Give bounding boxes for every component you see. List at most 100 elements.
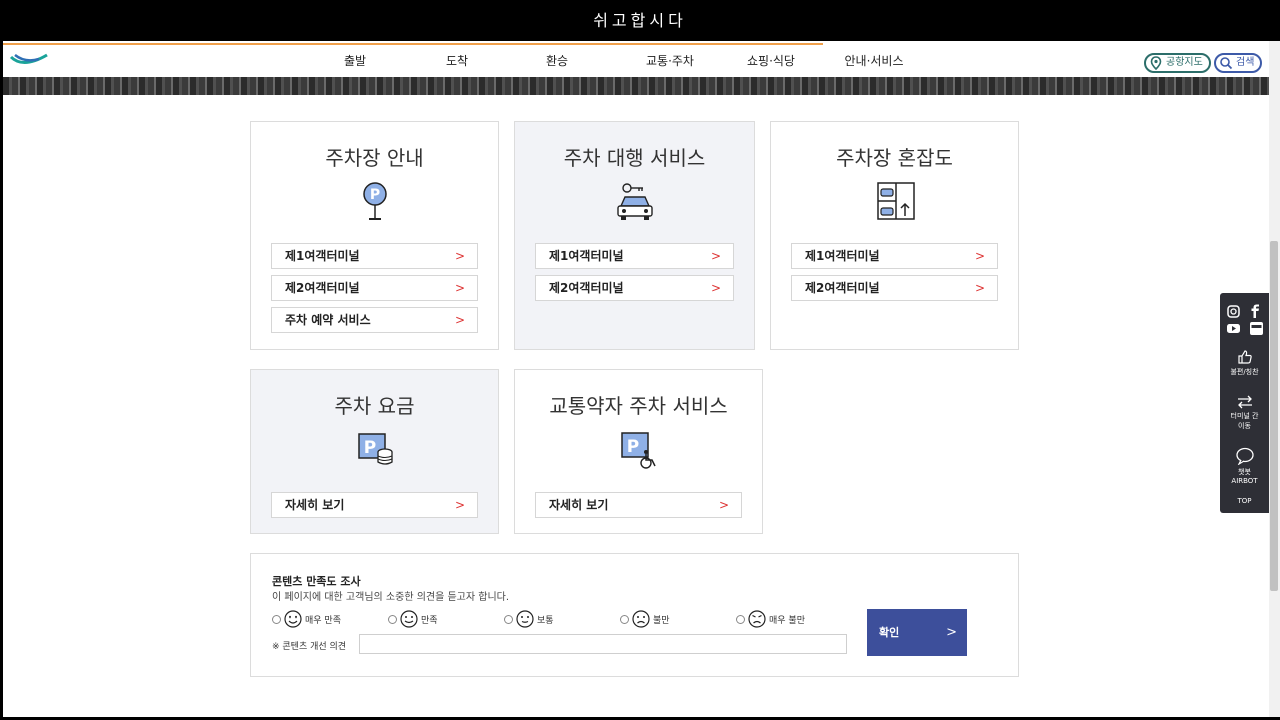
airport-logo-icon[interactable] [9, 51, 49, 71]
search-icon [1220, 57, 1233, 70]
airport-map-label: 공항지도 [1166, 57, 1203, 68]
link-parking-reservation[interactable]: 주차 예약 서비스 > [271, 307, 478, 333]
heart-eyes-face-icon [284, 610, 302, 628]
link-congestion-t2[interactable]: 제2여객터미널 > [791, 275, 998, 301]
chat-bubble-icon [1235, 447, 1254, 466]
link-parking-t1[interactable]: 제1여객터미널 > [271, 243, 478, 269]
location-pin-icon [1150, 56, 1162, 70]
global-nav: 출발 도착 환승 교통·주차 쇼핑·식당 안내·서비스 공항지도 검색 [3, 41, 1269, 77]
opinion-input[interactable] [359, 634, 847, 654]
card-accessible-parking: 교통약자 주차 서비스 P 자세히 보기 > [514, 369, 763, 534]
link-parking-t2[interactable]: 제2여객터미널 > [271, 275, 478, 301]
chevron-right-icon: > [974, 249, 985, 263]
social-links-grid [1227, 304, 1263, 335]
airport-map-button[interactable]: 공항지도 [1144, 53, 1211, 73]
radio-button[interactable] [504, 614, 513, 624]
complaint-praise-label: 불편/칭찬 [1230, 368, 1259, 376]
card-title: 주차 요금 [334, 394, 415, 418]
chevron-right-icon: > [454, 498, 465, 512]
option-label: 매우 만족 [305, 615, 341, 626]
angry-face-icon [748, 610, 766, 628]
link-label: 제1여객터미널 [805, 249, 880, 263]
card-parking-guide: 주차장 안내 P 제1여객터미널 > 제2여객터미널 > 주차 예약 서비스 > [250, 121, 499, 350]
option-label: 불만 [653, 615, 670, 626]
neutral-face-icon [516, 610, 534, 628]
menu-info-service[interactable]: 안내·서비스 [809, 43, 939, 79]
chevron-right-icon: > [718, 498, 729, 512]
menu-arrival[interactable]: 도착 [407, 43, 507, 79]
link-label: 주차 예약 서비스 [285, 313, 371, 327]
survey-option-dissatisfied[interactable]: 불만 [620, 610, 670, 628]
opinion-label: ※ 콘텐츠 개선 의견 [272, 642, 347, 652]
terminal-transfer-button[interactable]: 터미널 간 이동 [1220, 395, 1269, 431]
survey-title: 콘텐츠 만족도 조사 [272, 575, 361, 588]
survey-submit-button[interactable]: 확인 > [867, 609, 967, 656]
option-label: 보통 [537, 615, 554, 626]
card-valet-service: 주차 대행 서비스 제1여객터미널 > 제2여객터미널 > [514, 121, 755, 350]
card-title: 교통약자 주차 서비스 [549, 394, 728, 418]
parking-lot-banner-image [3, 77, 1269, 95]
instagram-icon[interactable] [1227, 305, 1240, 318]
parking-sign-icon: P [362, 182, 387, 220]
survey-option-very-dissatisfied[interactable]: 매우 불만 [736, 610, 805, 628]
accessible-parking-icon: P [620, 432, 656, 469]
content-satisfaction-survey: 콘텐츠 만족도 조사 이 페이지에 대한 고객님의 소중한 의견을 듣고자 합니… [250, 553, 1019, 677]
svg-text:P: P [626, 437, 638, 457]
link-valet-t2[interactable]: 제2여객터미널 > [535, 275, 734, 301]
chatbot-button[interactable]: 챗봇 AIRBOT [1220, 447, 1269, 485]
card-title: 주차 대행 서비스 [563, 146, 706, 170]
thumbs-up-icon [1237, 350, 1252, 364]
svg-text:P: P [369, 187, 379, 203]
terminal-transfer-label-1: 터미널 간 [1230, 412, 1259, 420]
complaint-praise-button[interactable]: 불편/칭찬 [1220, 349, 1269, 377]
survey-option-neutral[interactable]: 보통 [504, 610, 554, 628]
radio-button[interactable] [620, 614, 629, 624]
radio-button[interactable] [272, 614, 281, 624]
link-fee-details[interactable]: 자세히 보기 > [271, 492, 478, 518]
smile-face-icon [400, 610, 418, 628]
window-title: 쉬고합시다 [0, 0, 1280, 41]
blog-icon[interactable] [1250, 322, 1263, 335]
facebook-icon[interactable] [1251, 304, 1260, 319]
scroll-top-button[interactable]: TOP [1220, 497, 1269, 505]
card-title: 주차장 안내 [325, 146, 424, 170]
search-button[interactable]: 검색 [1214, 53, 1263, 73]
radio-button[interactable] [388, 614, 397, 624]
valet-car-key-icon [616, 183, 653, 220]
search-label: 검색 [1236, 57, 1255, 68]
chevron-right-icon: > [946, 625, 957, 640]
submit-label: 확인 [879, 626, 900, 639]
swap-arrows-icon [1237, 395, 1252, 409]
vertical-scrollbar[interactable] [1269, 41, 1280, 717]
link-valet-t1[interactable]: 제1여객터미널 > [535, 243, 734, 269]
parking-fee-coins-icon: P [357, 433, 393, 465]
menu-shopping-dining[interactable]: 쇼핑·식당 [733, 43, 809, 79]
browser-viewport: 출발 도착 환승 교통·주차 쇼핑·식당 안내·서비스 공항지도 검색 주차장 … [3, 41, 1269, 717]
terminal-transfer-label-2: 이동 [1238, 422, 1251, 430]
link-label: 제2여객터미널 [285, 281, 360, 295]
chevron-right-icon: > [454, 313, 465, 327]
chevron-right-icon: > [710, 249, 721, 263]
link-label: 제2여객터미널 [805, 281, 880, 295]
parking-congestion-icon [876, 182, 915, 220]
survey-option-satisfied[interactable]: 만족 [388, 610, 438, 628]
main-menu: 출발 도착 환승 교통·주차 쇼핑·식당 안내·서비스 [303, 43, 939, 79]
chevron-right-icon: > [454, 249, 465, 263]
menu-transfer[interactable]: 환승 [507, 43, 607, 79]
youtube-icon[interactable] [1227, 324, 1240, 333]
menu-departure[interactable]: 출발 [303, 43, 407, 79]
radio-button[interactable] [736, 614, 745, 624]
quick-menu: 불편/칭찬 터미널 간 이동 챗봇 AIRBOT TOP [1220, 293, 1269, 513]
option-label: 매우 불만 [769, 615, 805, 626]
menu-transport-parking[interactable]: 교통·주차 [607, 43, 733, 79]
link-label: 제2여객터미널 [549, 281, 624, 295]
card-title: 주차장 혼잡도 [836, 146, 953, 170]
survey-subtitle: 이 페이지에 대한 고객님의 소중한 의견을 듣고자 합니다. [272, 592, 510, 603]
link-label: 자세히 보기 [549, 498, 609, 512]
link-accessible-details[interactable]: 자세히 보기 > [535, 492, 742, 518]
link-congestion-t1[interactable]: 제1여객터미널 > [791, 243, 998, 269]
scrollbar-thumb[interactable] [1270, 241, 1278, 591]
link-label: 제1여객터미널 [285, 249, 360, 263]
survey-option-very-satisfied[interactable]: 매우 만족 [272, 610, 341, 628]
chevron-right-icon: > [710, 281, 721, 295]
